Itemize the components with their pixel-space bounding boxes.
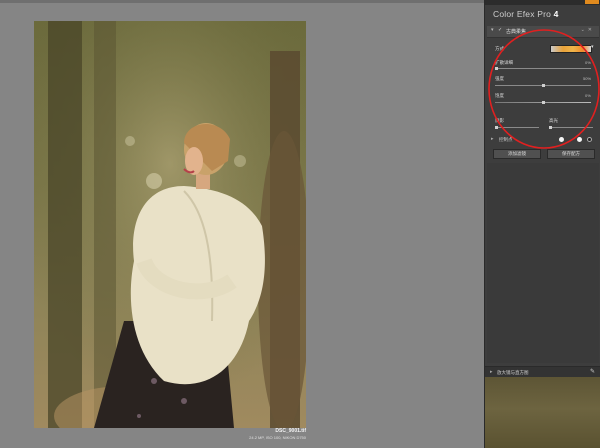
filter-enabled-checkbox[interactable]: ✓ [498,27,502,33]
top-strip [0,0,484,3]
highlights-label: 高光 [549,118,558,123]
file-meta: 24.2 MP, ISO 100, NIKON D750 [249,435,306,440]
shadows-label: 阴影 [495,118,504,123]
app-version: 4 [553,9,559,19]
method-label: 方式 [495,46,504,51]
highlights-slider-track[interactable] [549,127,593,128]
diffuse-label: 扩散详细 [495,60,513,65]
filter-name: 古典柔焦 [506,29,527,35]
method-dropdown[interactable] [550,45,592,53]
save-preset-label: 保存配方 [562,151,580,156]
strength-slider-knob[interactable] [542,84,545,87]
add-negative-point-icon[interactable] [587,137,592,142]
strength-value: 50% [583,76,592,81]
save-preset-button[interactable]: 保存配方 [547,149,595,159]
canvas-area: DSC_9001.tif 24.2 MP, ISO 100, NIKON D75… [0,0,484,448]
shadows-slider-knob[interactable] [495,126,498,129]
loupe-arrow-icon[interactable]: ▸ [490,369,493,375]
dropdown-arrow-icon[interactable]: ▾ [591,44,594,50]
diffuse-slider-track[interactable] [495,68,591,69]
saturation-value: 0% [585,93,591,98]
pin-icon[interactable]: ✎ [590,368,595,375]
top-bar-accent-icon[interactable] [585,0,599,4]
photo-caption: DSC_9001.tif 24.2 MP, ISO 100, NIKON D75… [200,428,306,446]
control-points-row: ▸ 控制点 [487,135,599,145]
panel-empty-area [487,163,599,363]
diffuse-slider-knob[interactable] [495,67,498,70]
loupe-preview [485,377,600,448]
shadows-slider-track[interactable] [495,127,539,128]
add-filter-label: 添加滤镜 [508,151,526,156]
photo-image [34,21,306,428]
app-title: Color Efex Pro 4 [493,9,559,19]
filter-header[interactable]: ▾ ✓ 古典柔焦 ⌄✕ [487,26,599,38]
expand-arrow-icon[interactable]: ▸ [491,136,494,142]
saturation-label: 饱度 [495,93,504,98]
file-name: DSC_9001.tif [275,428,306,434]
filter-panel: Color Efex Pro 4 ▾ ✓ 古典柔焦 ⌄✕ 方式 ▾ 扩散详细 0… [484,0,600,448]
add-filter-button[interactable]: 添加滤镜 [493,149,541,159]
highlights-slider-knob[interactable] [549,126,552,129]
panel-top-bar [485,0,600,5]
strength-label: 强度 [495,76,504,81]
control-points-label: 控制点 [499,137,513,142]
saturation-slider-knob[interactable] [542,101,545,104]
loupe-label: 放大镜与直方图 [497,370,529,375]
add-positive-point-icon[interactable] [577,137,582,142]
add-control-point-icon[interactable] [559,137,564,142]
photo-preview[interactable] [34,21,306,428]
app-title-text: Color Efex Pro [493,9,552,19]
filter-actions-icon[interactable]: ⌄✕ [581,27,595,33]
diffuse-value: 0% [585,60,591,65]
collapse-arrow-icon[interactable]: ▾ [491,27,494,33]
